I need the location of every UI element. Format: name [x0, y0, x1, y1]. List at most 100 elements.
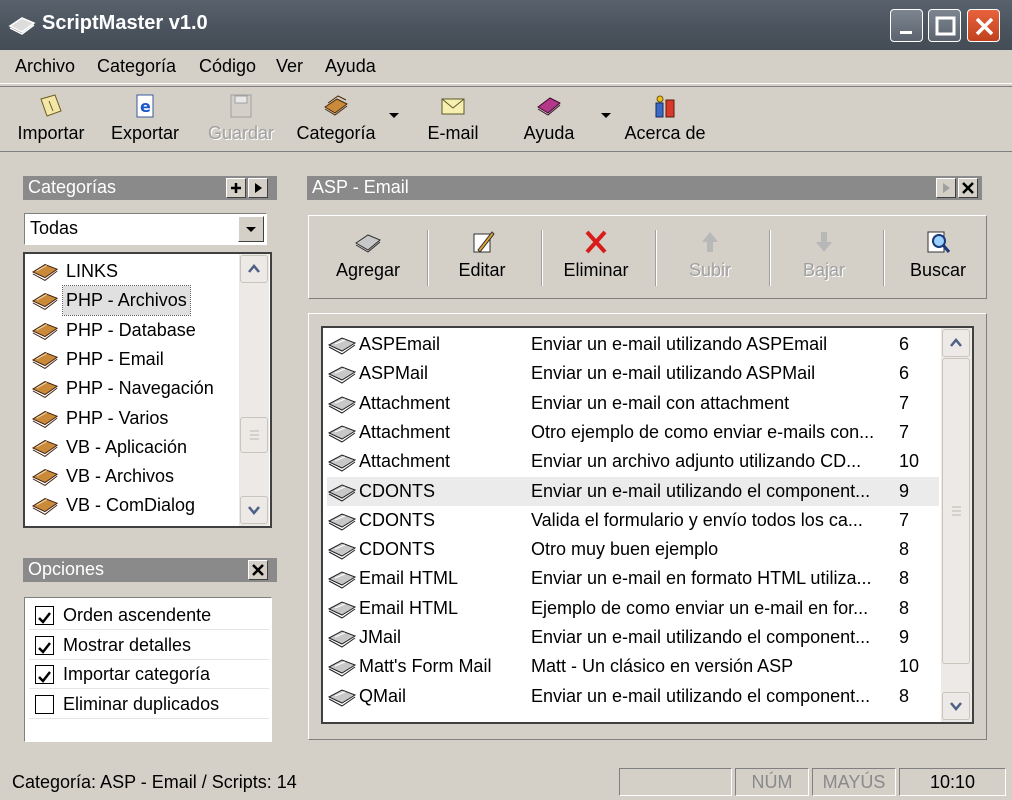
category-book-icon — [31, 498, 59, 516]
help-dropdown-arrow-icon[interactable] — [601, 113, 611, 118]
script-description: Ejemplo de como enviar un e-mail en for.… — [531, 597, 869, 618]
option-checkbox[interactable] — [35, 635, 54, 655]
options-title: Opciones — [28, 559, 105, 579]
close-button[interactable] — [967, 9, 1000, 42]
edit-button[interactable]: Editar — [427, 216, 537, 300]
category-list-scrollbar[interactable] — [239, 254, 269, 526]
script-name: CDONTS — [359, 480, 435, 501]
script-row[interactable]: ASPEmail Enviar un e-mail utilizando ASPE… — [327, 330, 939, 359]
search-button[interactable]: Buscar — [883, 216, 993, 300]
script-description: Matt - Un clásico en versión ASP — [531, 656, 794, 677]
script-description: Enviar un e-mail utilizando ASPEmail — [531, 334, 828, 354]
import-button[interactable]: Importar — [10, 87, 92, 151]
script-row[interactable]: Attachment Enviar un e-mail con attachmen… — [327, 389, 939, 418]
filter-dropdown-button[interactable] — [238, 216, 264, 242]
script-name: ASPEmail — [359, 334, 441, 354]
script-count: 10 — [899, 451, 920, 472]
option-row[interactable]: Eliminar duplicados — [29, 690, 269, 719]
scripts-list-scrollbar[interactable] — [941, 328, 972, 722]
options-header: Opciones — [23, 558, 277, 582]
status-empty-panel — [619, 768, 732, 796]
scroll-down-button[interactable] — [240, 496, 268, 524]
scroll-up-button[interactable] — [942, 329, 970, 357]
status-text-panel: Categoría: ASP - Email / Scripts: 14 — [4, 768, 614, 796]
close-icon — [975, 17, 994, 36]
scroll-down-button[interactable] — [942, 692, 970, 720]
title-bar[interactable]: ScriptMaster v1.0 — [0, 0, 1012, 50]
category-filter-select[interactable]: Todas — [24, 213, 267, 245]
script-count: 6 — [899, 363, 910, 384]
scripts-title: ASP - Email — [312, 177, 409, 197]
script-description: Enviar un e-mail utilizando el component… — [531, 627, 871, 647]
save-button[interactable]: Guardar — [202, 87, 280, 151]
expand-button[interactable] — [248, 178, 268, 198]
import-icon — [40, 94, 62, 117]
scripts-list-frame: ASPEmail Enviar un e-mail utilizando ASPE… — [308, 313, 987, 740]
scroll-up-button[interactable] — [240, 255, 268, 283]
menu-ayuda[interactable]: Ayuda — [325, 56, 376, 77]
menu-archivo[interactable]: Archivo — [15, 56, 75, 77]
option-checkbox[interactable] — [35, 694, 54, 714]
checkmark-icon — [38, 641, 51, 654]
scroll-thumb[interactable] — [240, 417, 268, 453]
move-down-button[interactable]: Bajar — [769, 216, 879, 300]
script-name: Matt's Form Mail — [359, 656, 492, 677]
delete-button[interactable]: Eliminar — [541, 216, 651, 300]
script-row[interactable]: QMail Enviar un e-mail utilizando el comp… — [327, 682, 939, 711]
script-description: Enviar un e-mail utilizando el component… — [531, 685, 871, 706]
option-checkbox[interactable] — [35, 606, 54, 625]
help-book-icon — [537, 97, 561, 116]
script-name: CDONTS — [359, 539, 435, 560]
clock: 10:10 — [929, 772, 976, 792]
script-row[interactable]: Attachment Enviar un archivo adjunto util… — [327, 447, 939, 476]
script-row[interactable]: ASPMail Enviar un e-mail utilizando ASPMa… — [327, 359, 939, 388]
script-row[interactable]: Matt's Form Mail Matt - Un clásico en ver… — [327, 652, 939, 681]
menu-categoria[interactable]: Categoría — [97, 56, 176, 77]
move-up-button[interactable]: Subir — [655, 216, 765, 300]
script-row[interactable]: CDONTS Valida el formulario y envío todos… — [327, 506, 939, 535]
category-list[interactable]: LINKS PHP - Archivos PHP - Database PHP - E… — [23, 252, 272, 528]
minimize-button[interactable] — [890, 9, 923, 42]
scroll-thumb[interactable] — [942, 358, 970, 664]
script-row[interactable]: CDONTS Enviar un e-mail utilizando el com… — [327, 476, 939, 506]
export-button[interactable]: e Exportar — [104, 87, 186, 151]
pin-button[interactable] — [226, 178, 246, 198]
category-book-icon — [31, 410, 59, 428]
about-button[interactable]: Acerca de — [620, 87, 710, 151]
script-row[interactable]: CDONTS Otro muy buen ejemplo 8 — [327, 535, 939, 564]
status-bar: Categoría: ASP - Email / Scripts: 14 NÚM… — [0, 764, 1012, 800]
scripts-close-button[interactable] — [958, 178, 978, 198]
category-book-icon — [31, 469, 59, 487]
scripts-expand-button[interactable] — [936, 178, 956, 198]
delete-x-icon — [585, 230, 607, 254]
grip-icon — [952, 506, 961, 516]
maximize-button[interactable] — [928, 9, 961, 42]
script-row[interactable]: Email HTML Ejemplo de como enviar un e-ma… — [327, 594, 939, 623]
script-book-icon — [327, 542, 357, 560]
category-book-icon — [31, 322, 59, 340]
script-row[interactable]: Attachment Otro ejemplo de como enviar e-… — [327, 418, 939, 447]
menu-ver[interactable]: Ver — [276, 56, 303, 77]
email-envelope-icon — [441, 98, 465, 115]
option-checkbox[interactable] — [35, 665, 54, 684]
category-dropdown-arrow-icon[interactable] — [389, 113, 399, 118]
script-name: CDONTS — [359, 509, 435, 530]
option-row[interactable]: Importar categoría — [29, 660, 269, 689]
options-close-button[interactable] — [248, 560, 268, 580]
option-row[interactable]: Orden ascendente — [29, 601, 269, 630]
menu-codigo[interactable]: Código — [199, 56, 256, 77]
status-text: Categoría: ASP - Email / Scripts: 14 — [12, 772, 297, 792]
script-row[interactable]: JMail Enviar un e-mail utilizando el comp… — [327, 623, 939, 652]
triangle-right-icon — [255, 183, 262, 193]
script-row[interactable]: Email HTML Enviar un e-mail en formato HT… — [327, 564, 939, 593]
script-book-icon — [327, 483, 357, 502]
add-button[interactable]: Agregar — [313, 216, 423, 300]
scripts-list[interactable]: ASPEmail Enviar un e-mail utilizando ASPE… — [321, 326, 974, 724]
save-label: Guardar — [207, 123, 275, 143]
email-button[interactable]: E-mail — [420, 87, 486, 151]
category-button[interactable]: Categoría — [292, 87, 380, 151]
options-list: Orden ascendente Mostrar detalles Importar… — [24, 597, 272, 742]
help-button[interactable]: Ayuda — [516, 87, 582, 151]
option-row[interactable]: Mostrar detalles — [29, 631, 269, 660]
categories-pane: Categorías Todas LINKS PHP - Archivos PHP … — [6, 157, 286, 540]
